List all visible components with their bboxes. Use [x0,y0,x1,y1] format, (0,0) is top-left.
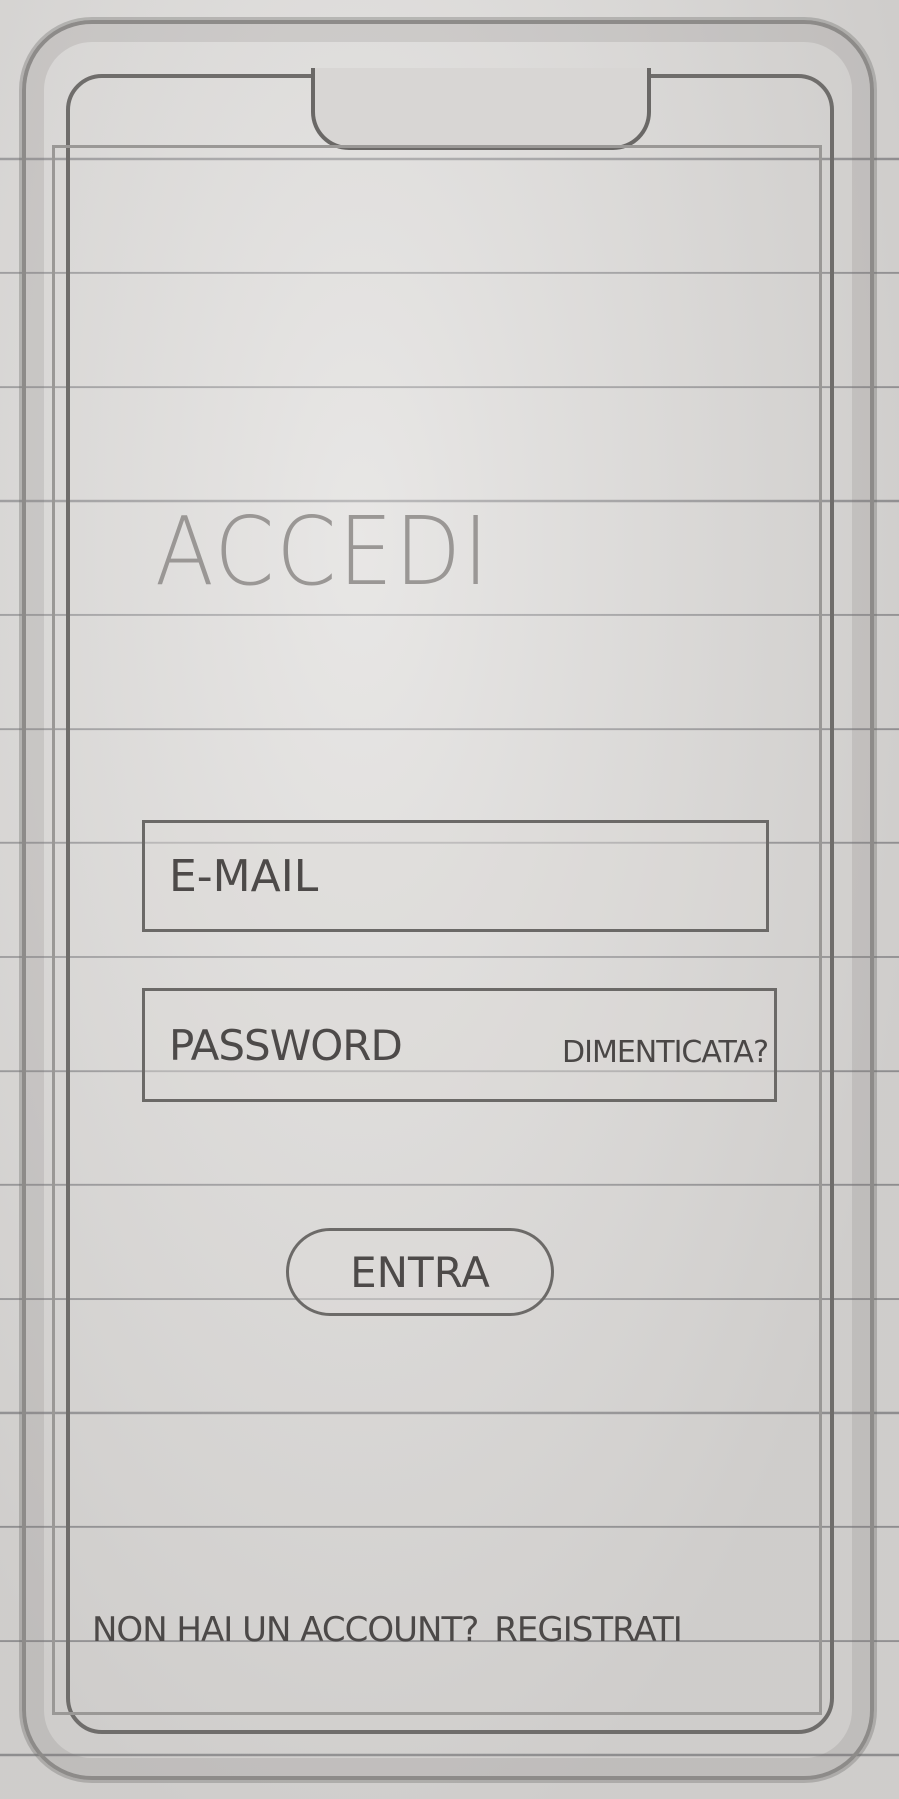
password-field[interactable] [169,991,489,1099]
password-field-box[interactable]: DIMENTICATA? [142,988,777,1102]
signup-row: NON HAI UN ACCOUNT? REGISTRATI [92,1610,812,1650]
forgot-password-link[interactable]: DIMENTICATA? [562,1035,769,1070]
phone-notch [311,68,651,150]
page-title: ACCEDI [155,497,491,608]
signup-prompt: NON HAI UN ACCOUNT? [92,1610,479,1650]
register-link[interactable]: REGISTRATI [494,1610,682,1650]
login-button[interactable]: ENTRA [286,1228,554,1316]
email-field[interactable] [169,823,749,929]
email-field-box[interactable] [142,820,769,932]
